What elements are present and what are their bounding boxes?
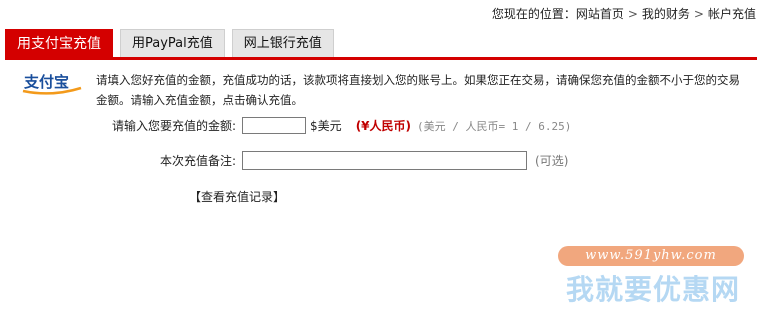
usd-unit: $美元 [310,119,342,133]
amount-label: 请输入您要充值的金额: [112,119,237,133]
amount-row: 请输入您要充值的金额: $美元 (¥人民币) (美元 / 人民币= 1 / 6.… [112,117,571,134]
amount-input[interactable] [242,117,307,134]
breadcrumb-prefix: 您现在的位置： [491,7,576,21]
optional-hint: (可选) [535,154,569,168]
remark-row: 本次充值备注: (可选) [160,151,568,170]
remark-input[interactable] [242,151,528,170]
breadcrumb: 您现在的位置：网站首页 > 我的财务 > 帐户充值 [492,5,756,22]
tab-alipay[interactable]: 用支付宝充值 [5,29,113,57]
watermark-name: 我就要优惠网 [565,273,740,306]
alipay-logo-text: 支付宝 [23,73,69,91]
intro-text: 请填入您好充值的金额，充值成功的话，该款项将直接划入您的账号上。如果您正在交易，… [96,73,740,107]
alipay-logo: 支付宝 [22,73,82,95]
remark-label: 本次充值备注: [160,154,237,168]
watermark-url: www.591yhw.com [558,246,744,266]
tab-underline [5,57,757,60]
tab-online-bank[interactable]: 网上银行充值 [231,29,334,57]
breadcrumb-item-home[interactable]: 网站首页 [576,7,624,21]
tab-paypal[interactable]: 用PayPal充值 [120,29,225,57]
rmb-label: (¥人民币) [355,119,412,133]
view-history-link[interactable]: 【查看充值记录】 [189,188,285,205]
exchange-rate: (美元 / 人民币= 1 / 6.25) [417,119,572,133]
breadcrumb-item-finance[interactable]: 我的财务 [642,7,690,21]
breadcrumb-item-recharge: 帐户充值 [707,7,756,21]
breadcrumb-separator: > [693,7,704,21]
tab-bar: 用支付宝充值 用PayPal充值 网上银行充值 [5,29,341,57]
breadcrumb-separator: > [627,7,638,21]
